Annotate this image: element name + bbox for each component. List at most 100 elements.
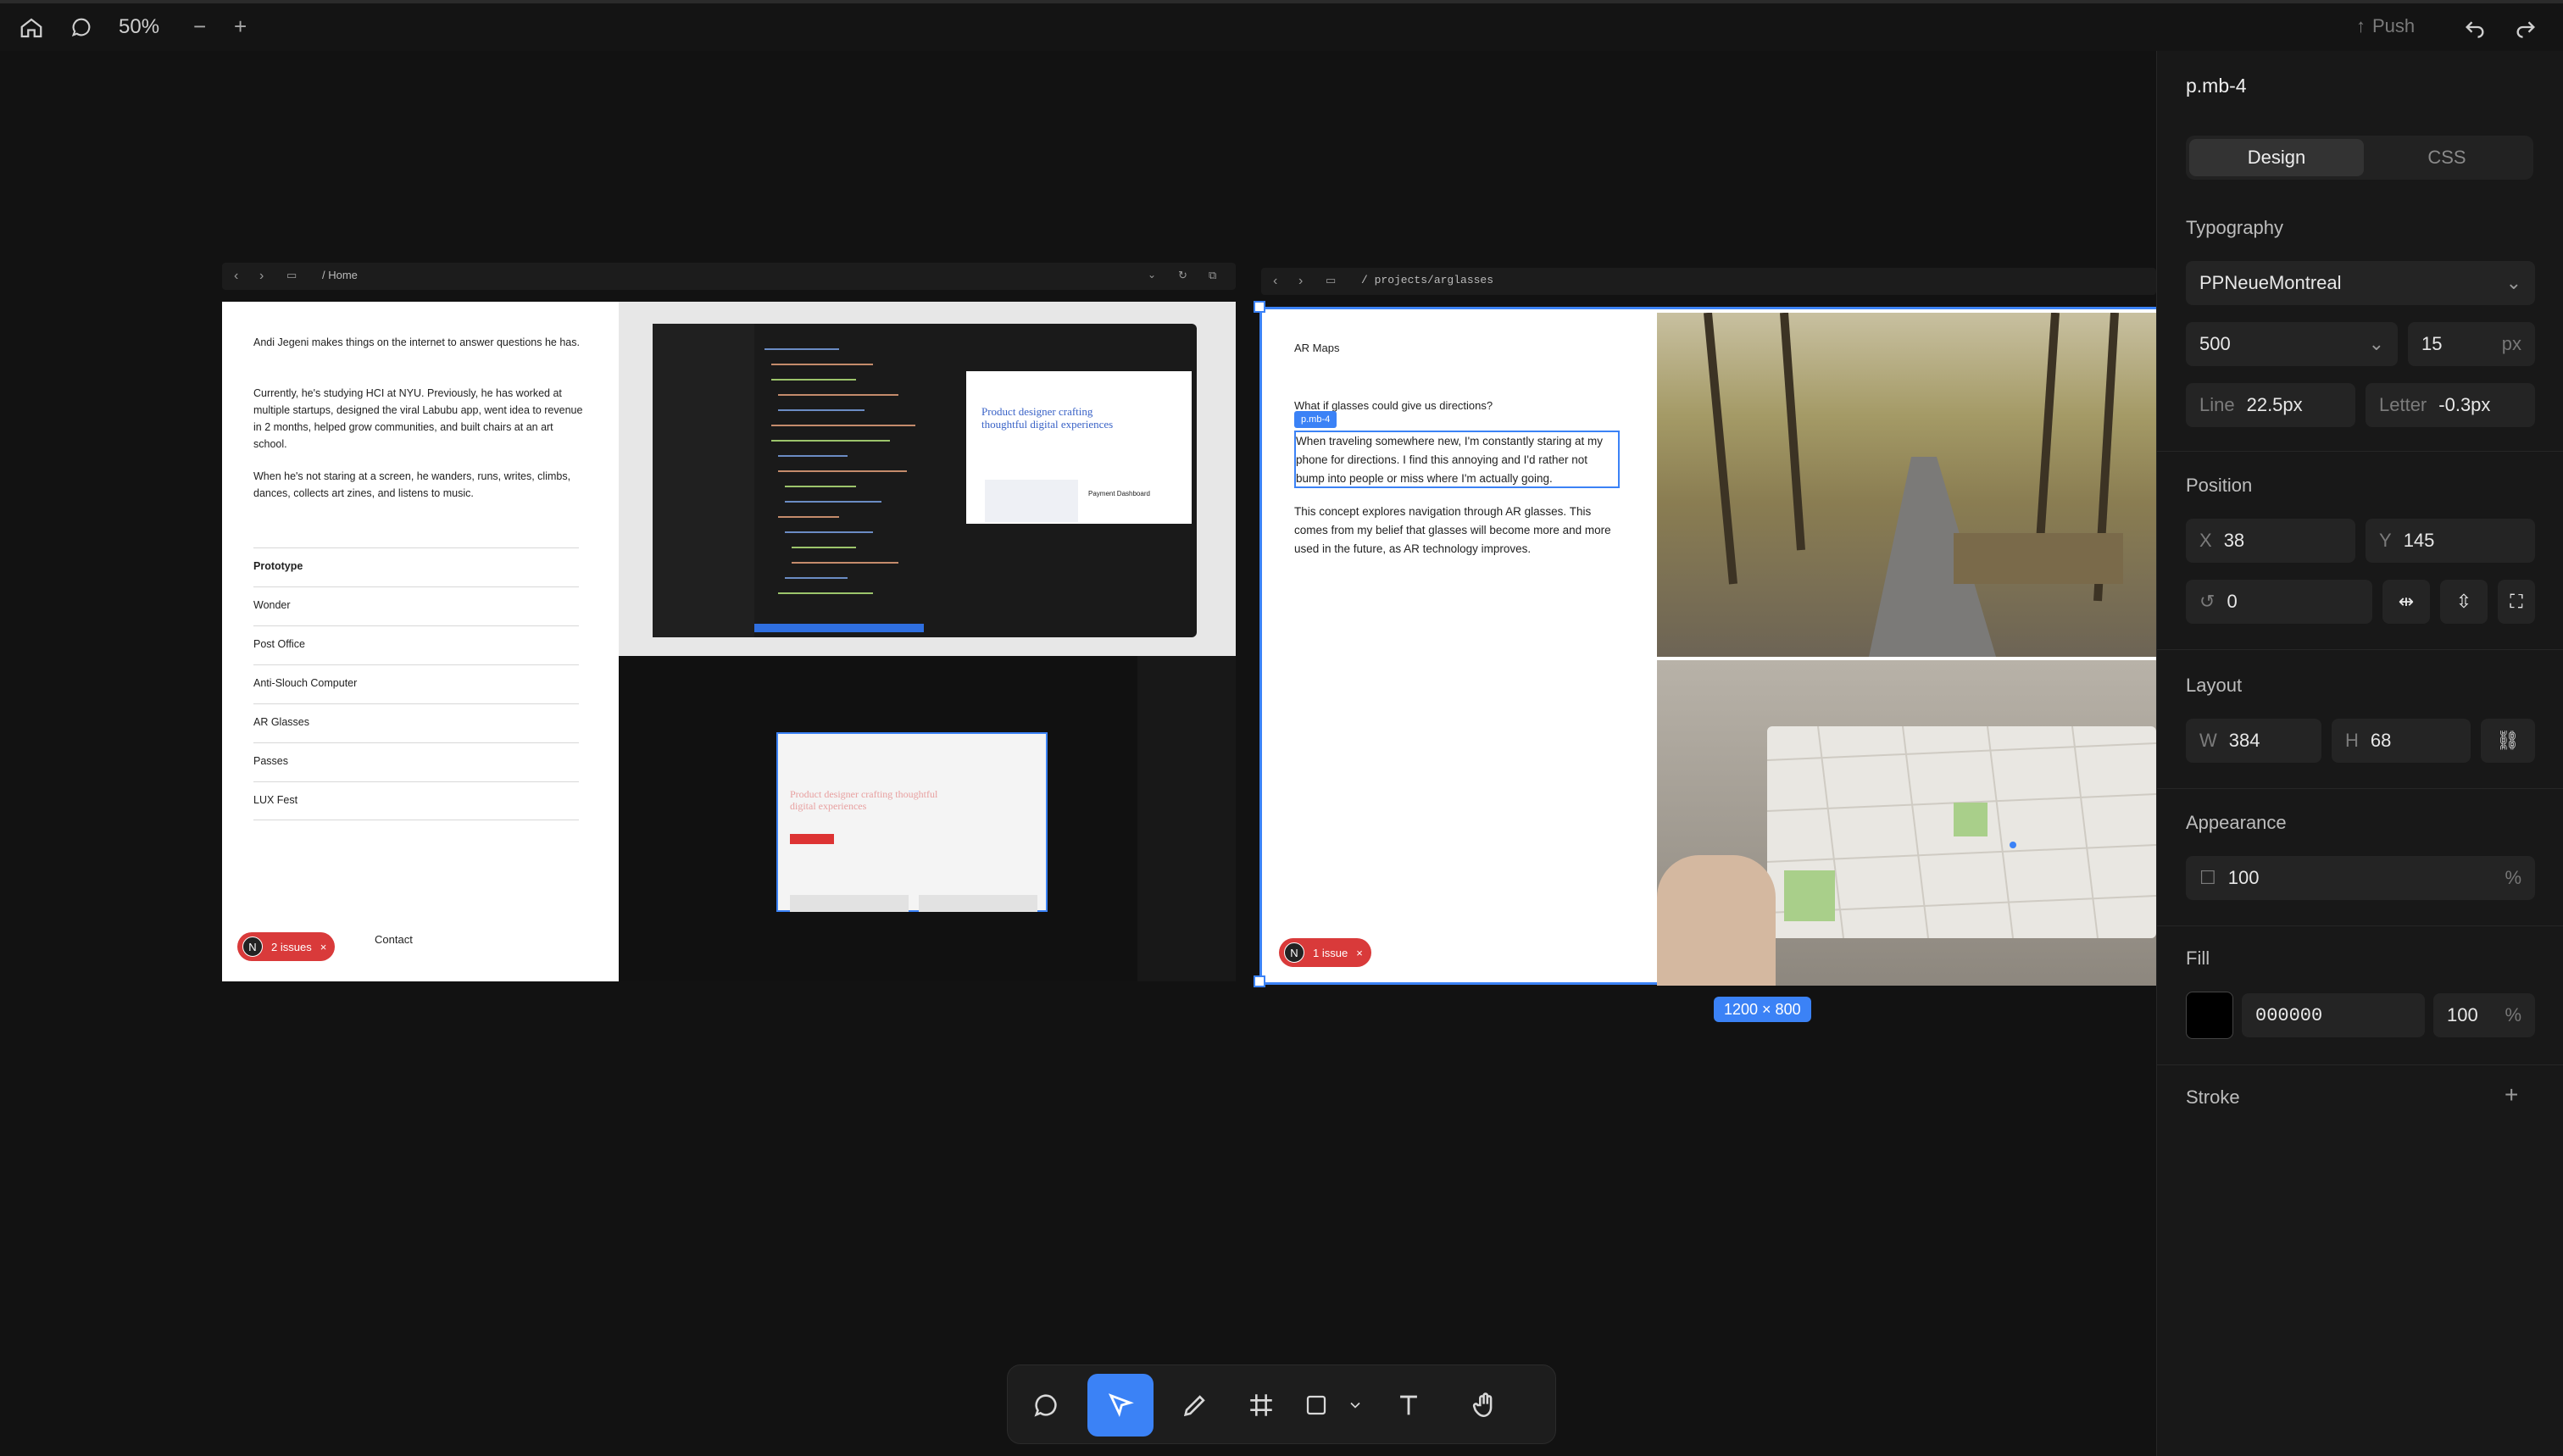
issues-label: 2 issues xyxy=(271,940,312,953)
selected-paragraph[interactable]: When traveling somewhere new, I'm consta… xyxy=(1294,431,1620,488)
project-link[interactable]: Passes xyxy=(253,742,579,781)
project-link[interactable]: Post Office xyxy=(253,625,579,664)
close-icon[interactable]: × xyxy=(320,941,327,953)
add-stroke-button[interactable]: + xyxy=(2505,1081,2518,1109)
fullscreen-icon[interactable]: ⛶ xyxy=(2498,580,2535,624)
flip-vertical-icon[interactable]: ⇳ xyxy=(2440,580,2488,624)
project-link[interactable]: Prototype xyxy=(253,547,579,586)
chevron-down-icon[interactable]: ⌄ xyxy=(1148,269,1156,281)
status-bar xyxy=(754,624,924,632)
code-area xyxy=(754,337,932,625)
y-label: Y xyxy=(2379,530,2392,551)
back-icon[interactable]: ‹ xyxy=(1273,274,1277,289)
back-icon[interactable]: ‹ xyxy=(234,269,238,284)
forward-icon[interactable]: › xyxy=(259,269,264,284)
hand-tool[interactable] xyxy=(1452,1374,1518,1437)
fill-opacity-unit: % xyxy=(2505,1004,2521,1025)
fill-hex-input[interactable]: 000000 xyxy=(2242,993,2425,1037)
screenshot-icon[interactable]: ⧉ xyxy=(1209,269,1216,282)
font-family-select[interactable]: PPNeueMontreal ⌄ xyxy=(2186,261,2535,305)
frame-tool[interactable] xyxy=(1228,1374,1294,1437)
project-link[interactable]: Wonder xyxy=(253,586,579,625)
project-link[interactable]: Anti-Slouch Computer xyxy=(253,664,579,703)
mockup-inspector xyxy=(1137,656,1236,981)
flip-horizontal-icon[interactable]: ⇹ xyxy=(2382,580,2430,624)
right-frame-page[interactable]: AR Maps What if glasses could give us di… xyxy=(1254,301,2156,987)
font-size-input[interactable]: 15 px xyxy=(2408,322,2535,366)
selected-page-mockup: Product designer crafting thoughtful dig… xyxy=(776,732,1048,912)
constrain-proportions-icon[interactable]: ⛓ xyxy=(2481,719,2535,763)
y-input[interactable]: Y 145 xyxy=(2366,519,2535,563)
zoom-in-button[interactable]: + xyxy=(234,14,247,40)
divider xyxy=(2157,451,2563,452)
zoom-level[interactable]: 50% xyxy=(119,15,159,39)
fill-opacity-input[interactable]: 100 % xyxy=(2433,993,2535,1037)
issues-label: 1 issue xyxy=(1313,946,1348,959)
rectangle-tool[interactable] xyxy=(1291,1374,1342,1437)
rotation-input[interactable]: ↺ 0 xyxy=(2186,580,2372,624)
body-paragraph: This concept explores navigation through… xyxy=(1294,505,1611,555)
height-input[interactable]: H 68 xyxy=(2332,719,2471,763)
tab-css[interactable]: CSS xyxy=(2364,139,2530,176)
tab-design[interactable]: Design xyxy=(2189,139,2364,176)
opacity-icon: ☐ xyxy=(2199,867,2216,888)
chevron-down-icon: ⌄ xyxy=(2505,272,2521,293)
issues-badge[interactable]: N 2 issues × xyxy=(237,932,336,961)
bio-paragraph: When he's not staring at a screen, he wa… xyxy=(253,470,571,499)
fill-heading: Fill xyxy=(2186,948,2210,969)
bio-paragraph: Andi Jegeni makes things on the internet… xyxy=(253,336,580,348)
selected-element-name: p.mb-4 xyxy=(2186,75,2247,97)
home-icon[interactable] xyxy=(19,15,47,44)
resize-handle[interactable] xyxy=(1254,975,1265,987)
bio-paragraph: Currently, he's studying HCI at NYU. Pre… xyxy=(253,387,583,450)
undo-icon[interactable] xyxy=(2463,15,2492,44)
height-label: H xyxy=(2345,730,2359,751)
device-icon[interactable]: ▭ xyxy=(1326,274,1336,287)
x-input[interactable]: X 38 xyxy=(2186,519,2355,563)
letter-spacing-value: -0.3px xyxy=(2438,394,2491,415)
letter-spacing-label: Letter xyxy=(2379,394,2427,415)
close-icon[interactable]: × xyxy=(1356,947,1363,959)
text-tool[interactable] xyxy=(1376,1374,1442,1437)
font-weight-select[interactable]: 500 ⌄ xyxy=(2186,322,2398,366)
push-button[interactable]: ↑ Push xyxy=(2356,15,2415,37)
left-frame-page: Andi Jegeni makes things on the internet… xyxy=(222,302,619,981)
forward-icon[interactable]: › xyxy=(1298,274,1303,289)
project-link[interactable]: LUX Fest xyxy=(253,781,579,820)
chevron-down-icon[interactable] xyxy=(1338,1374,1372,1437)
mockup-button xyxy=(790,834,834,844)
opacity-input[interactable]: ☐ 100 % xyxy=(2186,856,2535,900)
refresh-icon[interactable]: ↻ xyxy=(1178,269,1187,282)
opacity-value: 100 xyxy=(2227,867,2260,888)
x-label: X xyxy=(2199,530,2212,551)
letter-spacing-input[interactable]: Letter -0.3px xyxy=(2366,383,2535,427)
comment-icon[interactable] xyxy=(69,15,98,44)
device-icon[interactable]: ▭ xyxy=(286,269,297,282)
issues-badge[interactable]: N 1 issue × xyxy=(1279,938,1371,967)
mockup-card xyxy=(919,895,1037,912)
chevron-down-icon: ⌄ xyxy=(2368,333,2384,354)
text-icon xyxy=(1400,1395,1417,1415)
rectangle-icon xyxy=(1306,1395,1326,1415)
right-frame-url[interactable]: / projects/arglasses xyxy=(1361,274,1493,286)
zoom-out-button[interactable]: − xyxy=(193,14,206,40)
rotation-value: 0 xyxy=(2227,591,2238,612)
project-link[interactable]: AR Glasses xyxy=(253,703,579,742)
fill-color-swatch[interactable] xyxy=(2186,992,2233,1039)
layout-heading: Layout xyxy=(2186,675,2243,696)
frame-icon xyxy=(1250,1394,1272,1416)
next-logo-icon: N xyxy=(1284,942,1304,963)
contact-link[interactable]: Contact xyxy=(375,933,413,946)
line-height-input[interactable]: Line 22.5px xyxy=(2186,383,2355,427)
select-tool[interactable] xyxy=(1087,1374,1154,1437)
push-label: Push xyxy=(2372,15,2416,36)
park-path-photo xyxy=(1657,313,2156,657)
panel-tabs: Design CSS xyxy=(2186,136,2533,180)
width-input[interactable]: W 384 xyxy=(2186,719,2321,763)
comment-tool[interactable] xyxy=(1013,1374,1079,1437)
resize-handle[interactable] xyxy=(1254,301,1265,313)
left-frame-url[interactable]: / Home xyxy=(322,269,358,281)
pen-tool[interactable] xyxy=(1162,1374,1228,1437)
redo-icon[interactable] xyxy=(2514,15,2543,44)
preview-headline: Product designer crafting thoughtful dig… xyxy=(981,405,1114,431)
